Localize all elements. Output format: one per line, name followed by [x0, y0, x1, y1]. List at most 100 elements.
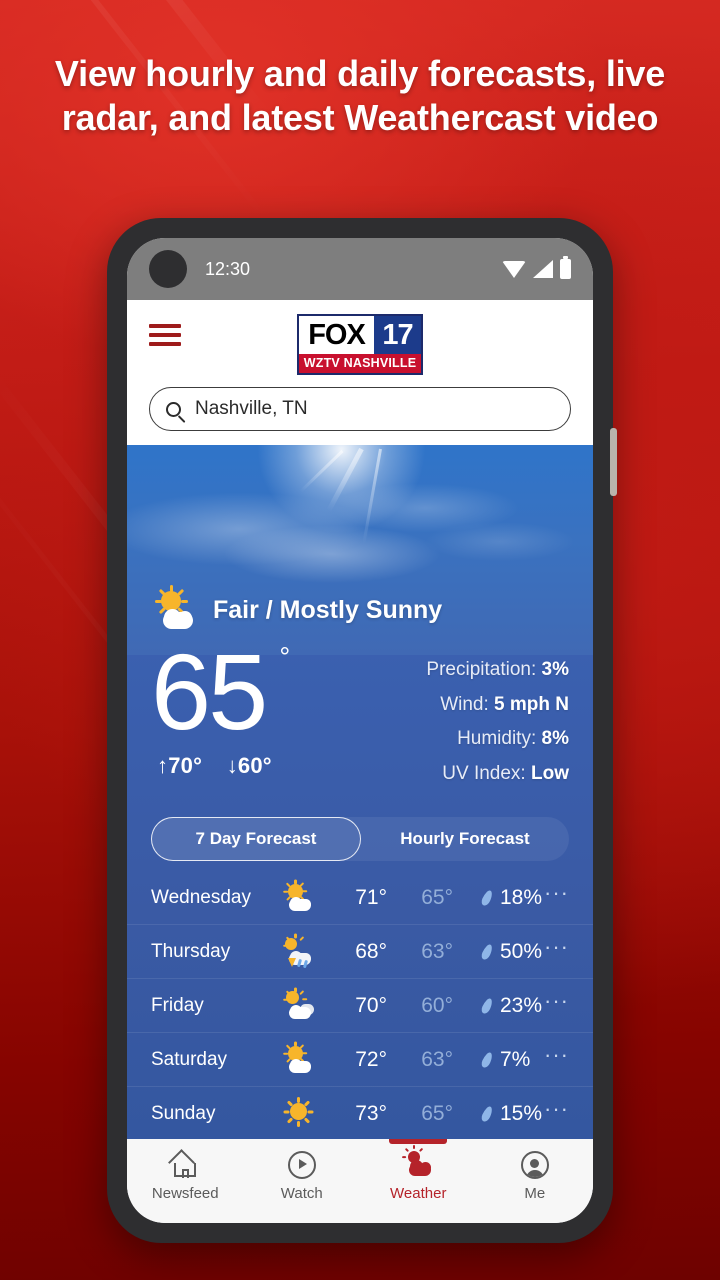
- nav-item-watch[interactable]: Watch: [244, 1150, 361, 1202]
- signal-icon: [533, 260, 553, 278]
- hamburger-menu-icon[interactable]: [149, 324, 181, 346]
- forecast-day: Saturday: [151, 1048, 228, 1070]
- forecast-precip-cell: 15%: [479, 1101, 543, 1126]
- forecast-day: Friday: [151, 994, 204, 1016]
- search-input[interactable]: Nashville, TN: [149, 387, 571, 431]
- detail-uv-index: UV Index: Low: [426, 757, 569, 792]
- camera-cutout-icon: [149, 250, 187, 288]
- raindrop-icon: [479, 1105, 495, 1123]
- phone-mockup: 12:30 FOX 17 WZTV NASHVILLE Nashville, T…: [107, 218, 617, 1243]
- forecast-day: Thursday: [151, 940, 231, 962]
- logo-fox-text: FOX: [299, 316, 374, 354]
- detail-humidity-label: Humidity:: [457, 728, 537, 750]
- forecast-precip: 15%: [500, 1101, 543, 1125]
- station-logo[interactable]: FOX 17 WZTV NASHVILLE: [127, 314, 593, 375]
- nav-item-newsfeed[interactable]: Newsfeed: [127, 1149, 244, 1202]
- detail-precipitation: Precipitation: 3%: [426, 653, 569, 688]
- forecast-low: 65°: [421, 885, 453, 909]
- forecast-high: 68°: [355, 939, 387, 963]
- sun-behind-cloud-icon: [281, 879, 315, 914]
- sun-ray: [299, 449, 344, 493]
- current-summary-row: 65 ° ↑70° ↓60° Precipitation: 3% Wind: 5…: [127, 633, 593, 791]
- status-bar: 12:30: [127, 238, 593, 300]
- forecast-high: 73°: [355, 1101, 387, 1125]
- raindrop-icon: [479, 1051, 495, 1069]
- forecast-icon-cell: [275, 1097, 321, 1130]
- forecast-icon-cell: [275, 987, 321, 1022]
- table-row[interactable]: Wednesday 71° 65° 18% ···: [127, 871, 593, 926]
- nav-label-watch: Watch: [280, 1185, 323, 1202]
- person-icon: [520, 1150, 550, 1180]
- table-row[interactable]: Friday 70° 60° 23% ···: [127, 979, 593, 1034]
- forecast-low: 60°: [421, 993, 453, 1017]
- tab-7-day-forecast[interactable]: 7 Day Forecast: [151, 817, 361, 862]
- nav-item-me[interactable]: Me: [477, 1150, 594, 1202]
- raindrop-icon: [479, 943, 495, 961]
- thunderstorm-icon: [281, 933, 315, 969]
- forecast-precip: 7%: [500, 1047, 531, 1071]
- sun-ray: [362, 448, 382, 544]
- row-overflow-button[interactable]: ···: [544, 882, 569, 906]
- row-overflow-button[interactable]: ···: [544, 1044, 569, 1068]
- forecast-day: Wednesday: [151, 886, 251, 908]
- home-icon: [168, 1149, 200, 1180]
- detail-wind-label: Wind:: [440, 693, 489, 715]
- weather-icon: [402, 1145, 433, 1180]
- promo-headline: View hourly and daily forecasts, live ra…: [54, 53, 666, 138]
- current-temperature-block: 65 ° ↑70° ↓60°: [151, 638, 290, 779]
- weather-panel: Fair / Mostly Sunny 65 ° ↑70° ↓60° Preci…: [127, 445, 593, 1139]
- forecast-day: Sunday: [151, 1102, 216, 1124]
- nav-label-weather: Weather: [390, 1185, 447, 1202]
- table-row[interactable]: Saturday 72° 63° 7% ···: [127, 1033, 593, 1088]
- active-tab-indicator: [389, 1139, 448, 1144]
- forecast-icon-cell: [275, 933, 321, 969]
- sun-behind-cloud-icon: [281, 1041, 315, 1076]
- forecast-high: 71°: [355, 885, 387, 909]
- phone-screen: 12:30 FOX 17 WZTV NASHVILLE Nashville, T…: [127, 238, 593, 1223]
- table-row[interactable]: Thursday 68° 63° 50% ···: [127, 925, 593, 980]
- play-circle-icon: [287, 1150, 317, 1180]
- forecast-high: 72°: [355, 1047, 387, 1071]
- current-details: Precipitation: 3% Wind: 5 mph N Humidity…: [426, 641, 569, 791]
- status-icons: [502, 256, 571, 279]
- forecast-precip: 23%: [500, 993, 543, 1017]
- nav-label-me: Me: [524, 1185, 546, 1202]
- forecast-low: 63°: [421, 1047, 453, 1071]
- sun-behind-cloud-icon: [151, 584, 199, 633]
- lightning-bolt: [288, 957, 296, 967]
- status-time: 12:30: [205, 258, 251, 279]
- row-overflow-button[interactable]: ···: [544, 990, 569, 1014]
- wifi-icon: [502, 260, 526, 278]
- logo-station-text: WZTV NASHVILLE: [299, 354, 421, 373]
- search-icon: [166, 401, 181, 417]
- forecast-precip-cell: 18%: [479, 886, 542, 910]
- row-overflow-button[interactable]: ···: [544, 1098, 569, 1122]
- forecast-precip-cell: 7%: [479, 1047, 531, 1072]
- detail-uv-index-label: UV Index:: [442, 762, 526, 784]
- app-header: FOX 17 WZTV NASHVILLE Nashville, TN: [127, 300, 593, 445]
- forecast-list: Wednesday 71° 65° 18% ··· Thursday 68° 6…: [127, 871, 593, 1139]
- search-value: Nashville, TN: [195, 398, 308, 419]
- detail-humidity-value: 8%: [541, 728, 569, 750]
- detail-humidity: Humidity: 8%: [426, 722, 569, 757]
- detail-wind-value: 5 mph N: [494, 693, 569, 715]
- nav-label-newsfeed: Newsfeed: [151, 1185, 219, 1202]
- forecast-low: 63°: [421, 939, 453, 963]
- current-temperature-value: 65: [151, 631, 268, 752]
- phone-side-button: [610, 428, 617, 496]
- forecast-precip-cell: 50%: [479, 940, 542, 964]
- row-overflow-button[interactable]: ···: [544, 936, 569, 960]
- nav-item-weather[interactable]: Weather: [360, 1139, 477, 1202]
- degree-symbol: °: [279, 642, 290, 672]
- detail-wind: Wind: 5 mph N: [426, 688, 569, 723]
- detail-precipitation-label: Precipitation:: [426, 659, 537, 680]
- bottom-navigation: Newsfeed Watch Weather Me: [127, 1139, 593, 1223]
- forecast-icon-cell: [275, 1041, 321, 1076]
- today-low: ↓60°: [226, 752, 272, 778]
- detail-precipitation-value: 3%: [541, 659, 569, 680]
- high-low-row: ↑70° ↓60°: [157, 753, 272, 779]
- logo-channel-number: 17: [374, 316, 421, 354]
- table-row[interactable]: Sunday 73° 65° 15% ···: [127, 1087, 593, 1139]
- forecast-precip-cell: 23%: [479, 993, 543, 1018]
- tab-hourly-forecast[interactable]: Hourly Forecast: [361, 817, 569, 861]
